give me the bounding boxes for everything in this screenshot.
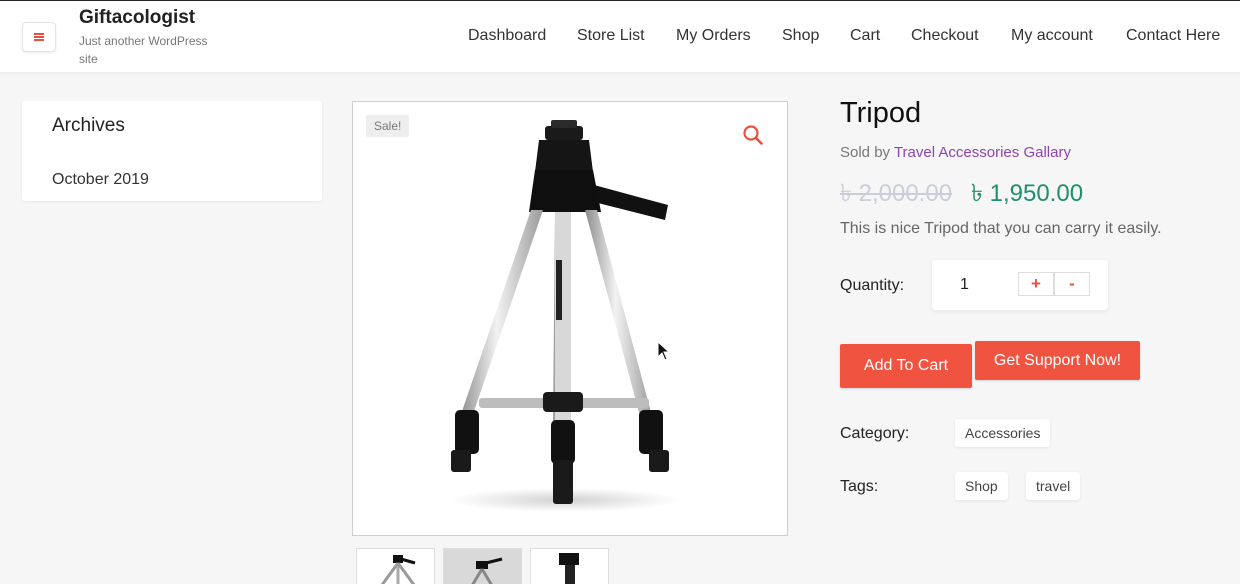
nav-item-my-account[interactable]: My account [1011, 27, 1093, 45]
sold-by-prefix: Sold by [840, 144, 891, 161]
product-gallery: Sale! [352, 101, 788, 536]
nav-item-contact-here[interactable]: Contact Here [1126, 27, 1220, 45]
thumbnail-2[interactable] [443, 548, 522, 584]
thumbnail-3[interactable] [530, 548, 609, 584]
vendor-link[interactable]: Travel Accessories Gallary [894, 144, 1071, 161]
quantity-input[interactable]: 1 [960, 276, 969, 294]
thumbnail-1[interactable] [356, 548, 435, 584]
search-icon[interactable] [742, 124, 764, 146]
widget-title: Archives [52, 115, 125, 136]
tripod-thumbnail-image [380, 555, 416, 584]
archives-widget: Archives October 2019 [22, 101, 322, 201]
site-title[interactable]: Giftacologist [79, 7, 195, 29]
category-tag-accessories[interactable]: Accessories [955, 419, 1051, 447]
mouse-cursor-icon [657, 341, 671, 361]
tripod-thumbnail-image [471, 557, 503, 584]
add-to-cart-button[interactable]: Add To Cart [840, 344, 972, 388]
tags-label: Tags: [840, 478, 879, 495]
product-image[interactable] [443, 120, 683, 515]
nav-item-shop[interactable]: Shop [782, 27, 819, 45]
nav-item-cart[interactable]: Cart [850, 27, 880, 45]
sale-price: ৳ 1,950.00 [971, 180, 1084, 207]
site-header: Giftacologist Just another WordPress sit… [0, 0, 1240, 72]
archive-link-october-2019[interactable]: October 2019 [52, 171, 149, 189]
tag-shop[interactable]: Shop [955, 472, 1008, 500]
category-label: Category: [840, 425, 910, 442]
tripod-thumbnail-image [559, 553, 579, 584]
quantity-stepper: 1 + - [932, 260, 1108, 310]
quantity-minus-button[interactable]: - [1054, 272, 1090, 296]
get-support-button[interactable]: Get Support Now! [975, 341, 1140, 380]
sold-by: Sold by Travel Accessories Gallary [840, 144, 1071, 161]
quantity-plus-button[interactable]: + [1018, 272, 1054, 296]
product-title: Tripod [840, 97, 922, 129]
site-description: Just another WordPress site [79, 34, 208, 66]
sale-badge: Sale! [366, 115, 410, 137]
hamburger-icon [34, 33, 44, 41]
nav-item-dashboard[interactable]: Dashboard [468, 27, 546, 45]
regular-price: ৳ 2,000.00 [840, 180, 953, 207]
nav-item-checkout[interactable]: Checkout [911, 27, 979, 45]
nav-item-my-orders[interactable]: My Orders [676, 27, 751, 45]
menu-toggle-button[interactable] [22, 22, 56, 52]
nav-item-store-list[interactable]: Store List [577, 27, 645, 45]
short-description: This is nice Tripod that you can carry i… [840, 220, 1162, 237]
tag-travel[interactable]: travel [1026, 472, 1081, 500]
quantity-label: Quantity: [840, 277, 905, 294]
